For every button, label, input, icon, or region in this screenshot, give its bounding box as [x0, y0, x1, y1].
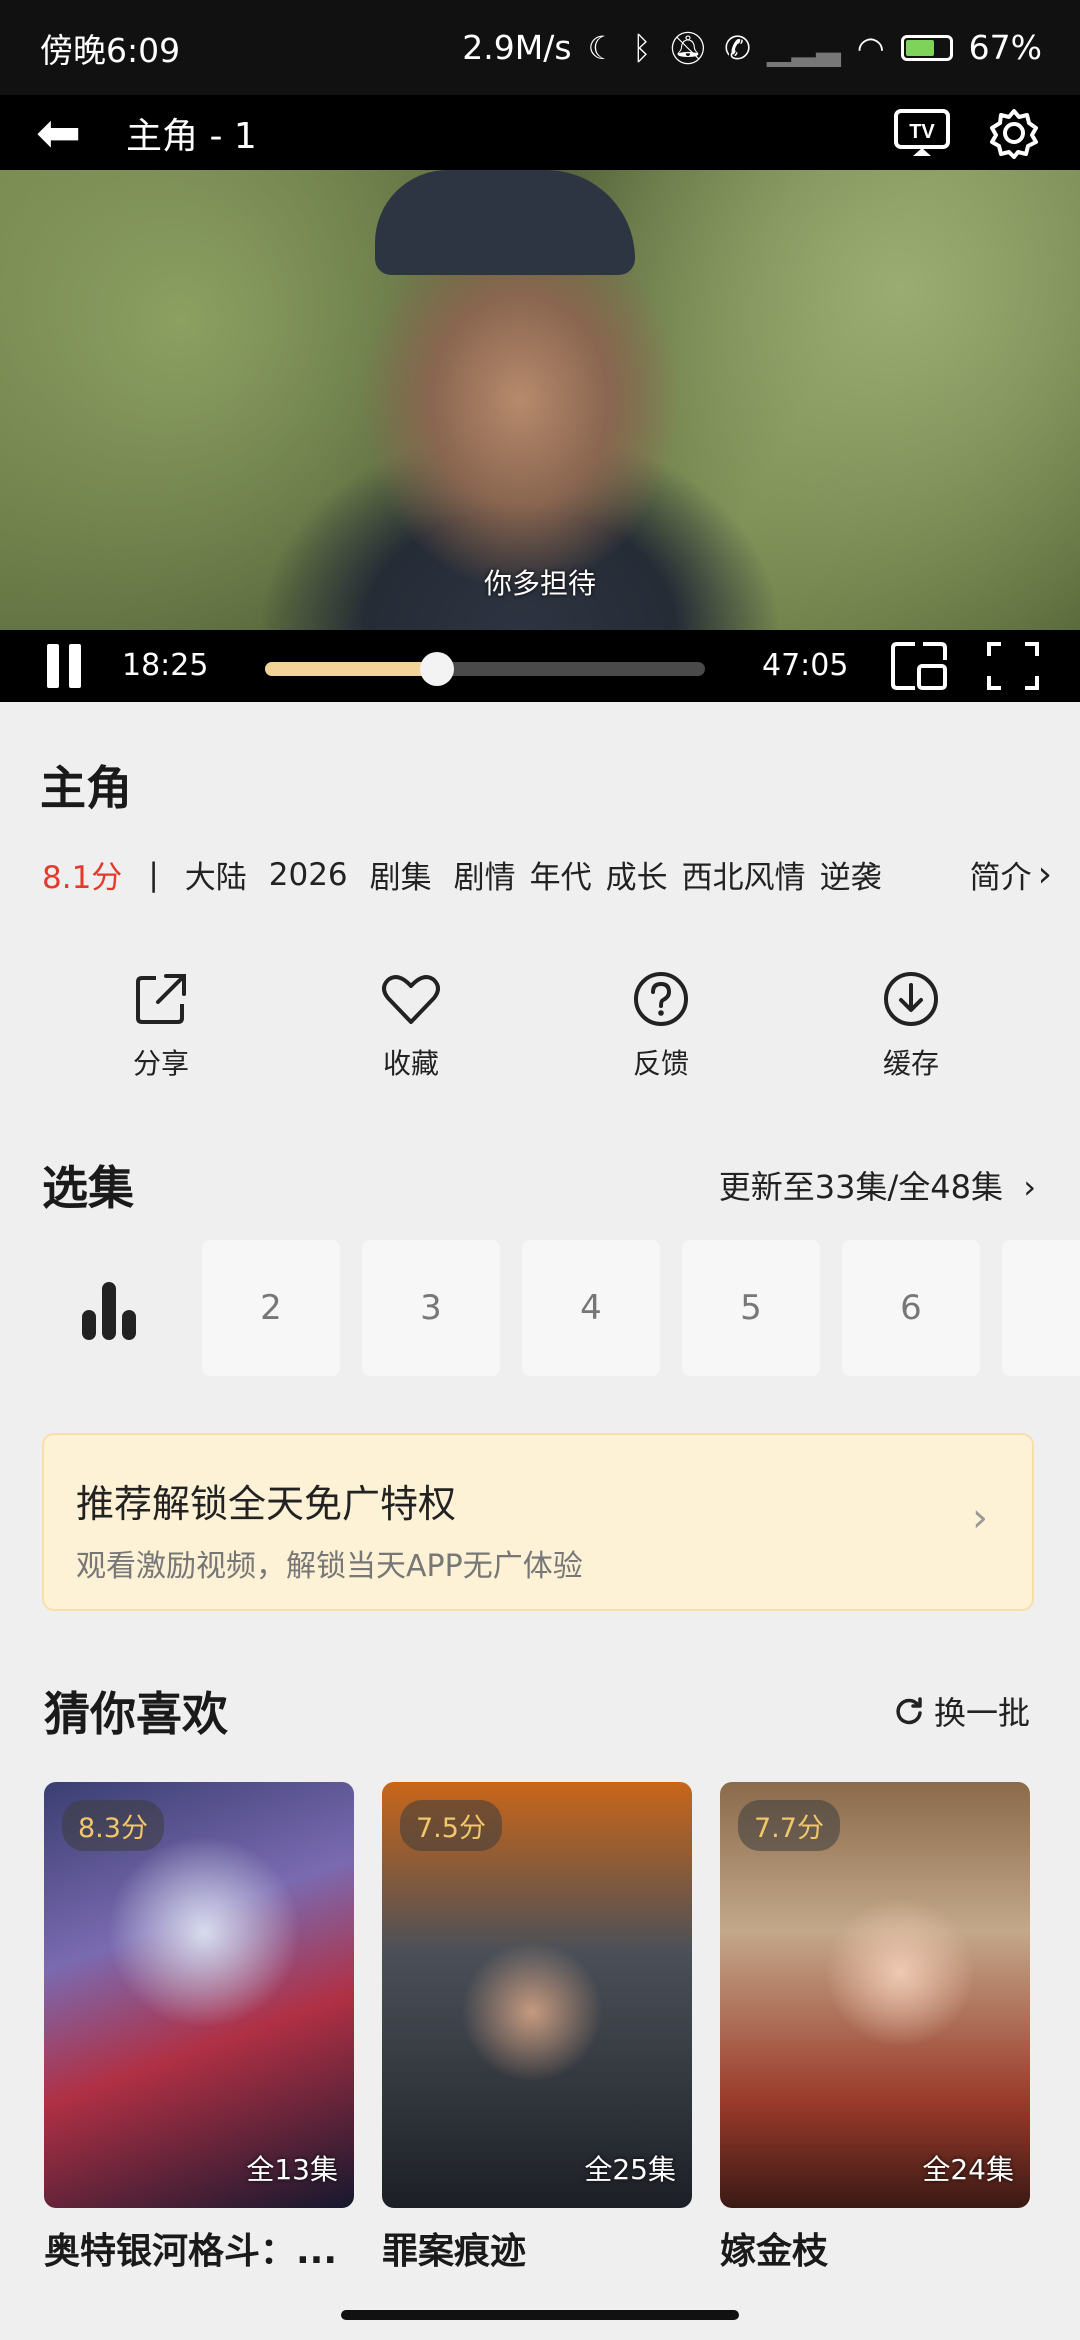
tag-type: 剧集 — [369, 860, 432, 896]
episode-item[interactable]: 3 — [362, 1240, 500, 1376]
recommendation-title: 奥特银河格斗：... — [44, 2231, 338, 2272]
status-time: 傍晚6:09 — [40, 30, 181, 70]
show-title: 主角 — [40, 761, 132, 815]
episodes-title: 选集 — [42, 1161, 134, 1215]
refresh-icon — [896, 1697, 922, 1725]
picture-in-picture-icon[interactable] — [888, 638, 950, 694]
download-icon — [884, 972, 938, 1026]
wifi-icon: ◠ — [856, 28, 885, 67]
favorite-button[interactable]: 收藏 — [286, 968, 536, 1082]
tag-style: 西北风情 — [681, 860, 806, 896]
tag-theme: 成长 — [605, 860, 668, 896]
share-label: 分享 — [132, 1047, 189, 1080]
poster-image: 7.7分 全24集 — [720, 1782, 1030, 2208]
back-arrow-icon[interactable]: ⬅ — [36, 105, 126, 160]
progress-fill — [265, 662, 438, 676]
show-meta: 8.1分 | 大陆 2026 剧集 剧情 年代 成长 西北风情 逆袭 简介 › — [42, 852, 1052, 897]
action-row: 分享 收藏 反馈 缓存 — [0, 968, 1080, 1082]
tag-plot: 逆袭 — [819, 860, 882, 896]
episodes-update-text: 更新至33集/全48集 — [718, 1168, 1004, 1206]
recommendation-title: 嫁金枝 — [720, 2231, 829, 2272]
episode-count: 全13集 — [246, 2153, 338, 2186]
now-playing-icon[interactable] — [72, 1280, 144, 1340]
recommendation-title: 罪案痕迹 — [382, 2231, 527, 2272]
ad-free-promo-banner[interactable]: 推荐解锁全天免广特权 观看激励视频，解锁当天APP无广体验 › — [42, 1433, 1034, 1611]
battery-icon — [900, 34, 953, 61]
status-bar: 傍晚6:09 2.9M/s ☾ ᛒ 🔕︎ ✆ ▁▂▃ ◠ 67% — [0, 0, 1080, 95]
svg-text:TV: TV — [909, 121, 935, 143]
tag-era: 年代 — [529, 860, 592, 896]
chevron-right-icon: › — [972, 1495, 988, 1541]
pause-icon[interactable] — [44, 644, 84, 688]
chevron-right-icon: › — [1023, 1168, 1036, 1206]
total-time: 47:05 — [762, 648, 849, 683]
chevron-right-icon[interactable]: › — [1038, 854, 1052, 895]
episode-item[interactable]: 2 — [202, 1240, 340, 1376]
episode-count: 全24集 — [922, 2153, 1014, 2186]
moon-icon: ☾ — [587, 28, 617, 67]
download-button[interactable]: 缓存 — [786, 968, 1036, 1082]
recommendations-title: 猜你喜欢 — [44, 1687, 228, 1741]
refresh-button[interactable]: 换一批 — [894, 1688, 1030, 1734]
progress-track[interactable] — [265, 652, 705, 686]
episode-item[interactable]: 6 — [842, 1240, 980, 1376]
recommendation-card[interactable]: 8.3分 全13集 奥特银河格斗：... — [44, 1782, 354, 2274]
favorite-label: 收藏 — [382, 1047, 439, 1080]
tag-year: 2026 — [268, 856, 348, 893]
player-title: 主角 - 1 — [126, 115, 257, 157]
bluetooth-icon: ᛒ — [632, 28, 652, 67]
feedback-label: 反馈 — [632, 1047, 689, 1080]
poster-image: 8.3分 全13集 — [44, 1782, 354, 2208]
promo-subtitle: 观看激励视频，解锁当天APP无广体验 — [76, 1549, 583, 1584]
heart-icon — [382, 975, 440, 1024]
download-label: 缓存 — [882, 1047, 939, 1080]
share-button[interactable]: 分享 — [36, 968, 286, 1082]
share-icon — [136, 974, 186, 1024]
question-icon — [634, 972, 688, 1026]
episode-item-partial[interactable] — [1002, 1240, 1080, 1376]
show-rating: 8.1分 — [42, 860, 123, 896]
recommendation-card[interactable]: 7.5分 全25集 罪案痕迹 — [382, 1782, 692, 2274]
fullscreen-icon[interactable] — [982, 638, 1044, 694]
tag-genre: 剧情 — [453, 860, 516, 896]
home-indicator[interactable] — [341, 2310, 739, 2320]
poster-image: 7.5分 全25集 — [382, 1782, 692, 2208]
status-icons: 2.9M/s ☾ ᛒ 🔕︎ ✆ ▁▂▃ ◠ 67% — [462, 28, 1042, 67]
episode-list: 2 3 4 5 6 — [0, 1238, 1080, 1378]
intro-link[interactable]: 简介 — [970, 852, 1032, 897]
episodes-more-link[interactable]: 更新至33集/全48集 › — [719, 1162, 1036, 1208]
current-time: 18:25 — [122, 648, 209, 683]
promo-title: 推荐解锁全天免广特权 — [76, 1482, 457, 1526]
episode-count: 全25集 — [584, 2153, 676, 2186]
video-subtitle: 你多担待 — [483, 567, 596, 600]
tag-region: 大陆 — [184, 860, 247, 896]
playback-controls: 18:25 47:05 — [0, 630, 1080, 702]
score-badge: 7.5分 — [400, 1800, 502, 1851]
recommendation-card[interactable]: 7.7分 全24集 嫁金枝 — [720, 1782, 1030, 2274]
signal-icon: ▁▂▃ — [766, 28, 841, 67]
battery-percent: 67% — [968, 28, 1042, 67]
mute-bell-icon: 🔕︎ — [667, 28, 709, 67]
video-frame[interactable]: 你多担待 — [0, 170, 1080, 630]
episode-item[interactable]: 4 — [522, 1240, 660, 1376]
progress-knob[interactable] — [420, 652, 455, 686]
refresh-label: 换一批 — [933, 1694, 1030, 1732]
meta-separator: | — [148, 856, 159, 893]
video-scene — [375, 170, 635, 275]
tv-cast-icon[interactable]: TV — [892, 105, 952, 161]
player-header: ⬅ 主角 - 1 TV — [0, 95, 1080, 170]
network-speed: 2.9M/s — [462, 28, 572, 67]
episode-item[interactable]: 5 — [682, 1240, 820, 1376]
call-icon: ✆ — [724, 28, 751, 67]
feedback-button[interactable]: 反馈 — [536, 968, 786, 1082]
score-badge: 7.7分 — [738, 1800, 840, 1851]
score-badge: 8.3分 — [62, 1800, 164, 1851]
settings-gear-icon[interactable] — [984, 105, 1044, 161]
